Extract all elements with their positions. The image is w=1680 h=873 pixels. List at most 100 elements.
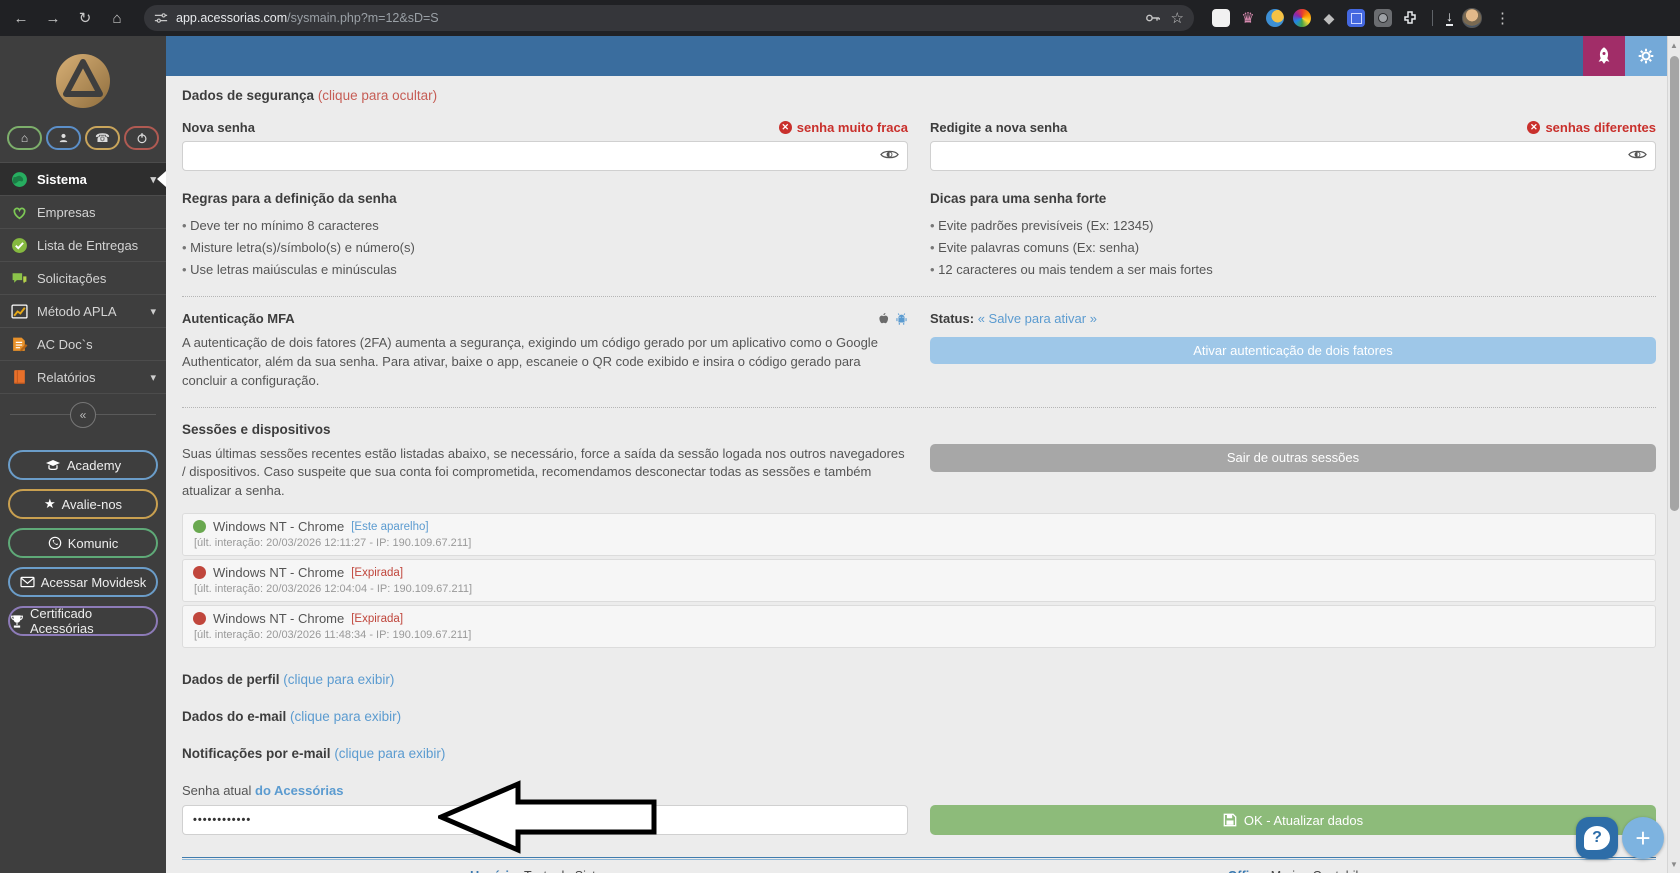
sidebar-item-label: Método APLA (37, 304, 117, 319)
sidebar-item-sistema[interactable]: Sistema ▾ (0, 163, 166, 196)
retype-password-input[interactable] (930, 141, 1656, 171)
eye-icon[interactable] (1628, 148, 1647, 161)
help-button[interactable]: ? (1576, 817, 1618, 859)
session-status: [Este aparelho] (351, 521, 428, 533)
user-value: Teste de Sistema (524, 869, 620, 873)
back-icon[interactable]: ← (8, 5, 34, 31)
home-icon[interactable]: ⌂ (104, 5, 130, 31)
session-row[interactable]: Windows NT - Chrome [Expirada] [últ. int… (182, 559, 1656, 602)
camera-extension-icon[interactable] (1374, 9, 1392, 27)
browser-toolbar: ← → ↻ ⌂ app.acessorias.com/sysmain.php?m… (0, 0, 1680, 36)
footer-office: Office: Marina Contabil (930, 869, 1656, 873)
sidebar-item-label: AC Doc`s (37, 337, 93, 352)
password-tips-block: Dicas para uma senha forte Evite padrões… (930, 191, 1656, 280)
security-section-title: Dados de segurança (182, 88, 314, 103)
moon-extension-icon[interactable] (1266, 9, 1284, 27)
sessions-description: Suas últimas sessões recentes estão list… (182, 445, 908, 502)
rule-item: Misture letra(s)/símbolo(s) e número(s) (182, 236, 908, 258)
sidebar-item-lista-de-entregas[interactable]: Lista de Entregas (0, 229, 166, 262)
profile-section-link[interactable]: (clique para exibir) (283, 672, 394, 687)
screen: ← → ↻ ⌂ app.acessorias.com/sysmain.php?m… (0, 0, 1680, 873)
bookmark-star-icon[interactable]: ☆ (1171, 9, 1184, 27)
sidebar-collapse-button[interactable]: « (70, 402, 96, 428)
extensions-row: ♛ ◆ ↓ ⋮ (1212, 8, 1514, 28)
scrollbar-thumb[interactable] (1670, 56, 1679, 511)
site-settings-icon[interactable] (154, 11, 168, 25)
scroll-down-icon[interactable]: ▼ (1668, 857, 1680, 871)
plus-icon: + (1635, 823, 1650, 854)
page-scrollbar[interactable]: ▲ ▼ (1667, 36, 1680, 873)
add-button[interactable]: + (1622, 817, 1664, 859)
book-icon (10, 369, 28, 386)
mfa-title: Autenticação MFA (182, 311, 295, 326)
session-detail: [últ. interação: 20/03/2026 11:48:34 - I… (193, 629, 1645, 641)
error-x-icon: ✕ (1527, 121, 1540, 134)
diamond-extension-icon[interactable]: ◆ (1320, 9, 1338, 27)
session-detail: [últ. interação: 20/03/2026 12:04:04 - I… (193, 583, 1645, 595)
security-panel: Dados de segurança (clique para ocultar)… (166, 76, 1680, 873)
session-device: Windows NT - Chrome (213, 611, 344, 626)
sidebar-item-solicitacoes[interactable]: Solicitações (0, 262, 166, 295)
graduation-cap-icon (45, 459, 61, 472)
url-path: /sysmain.php?m=12&sD=S (287, 11, 438, 25)
logout-other-sessions-button[interactable]: Sair de outras sessões (930, 444, 1656, 472)
mfa-block: Autenticação MFA A autenticação de dois (182, 311, 908, 391)
scroll-up-icon[interactable]: ▲ (1668, 38, 1680, 52)
notes-extension-icon[interactable] (1212, 9, 1230, 27)
sidebar-item-relatorios[interactable]: Relatórios ▾ (0, 361, 166, 394)
password-strength-badge: ✕ senha muito fraca (779, 120, 908, 135)
certificado-acessorias-button[interactable]: Certificado Acessórias (8, 606, 158, 636)
retype-password-block: Redigite a nova senha ✕ senhas diferente… (930, 119, 1656, 171)
chevron-down-icon: ▾ (150, 305, 156, 318)
forward-icon[interactable]: → (40, 5, 66, 31)
avalie-nos-button[interactable]: ★ Avalie-nos (8, 489, 158, 519)
dotted-divider (182, 296, 1656, 297)
password-match-text: senhas diferentes (1545, 120, 1656, 135)
mfa-description: A autenticação de dois fatores (2FA) aum… (182, 334, 908, 391)
password-key-icon[interactable] (1145, 12, 1161, 24)
power-quick-button[interactable] (124, 126, 159, 150)
save-disk-icon (1223, 813, 1237, 827)
sidebar-item-ac-docs[interactable]: AC Doc`s (0, 328, 166, 361)
notifications-section-link[interactable]: (clique para exibir) (334, 746, 445, 761)
profile-avatar[interactable] (1462, 8, 1482, 28)
security-toggle-link[interactable]: (clique para ocultar) (318, 88, 437, 103)
colorwheel-extension-icon[interactable] (1293, 9, 1311, 27)
browser-menu-icon[interactable]: ⋮ (1491, 9, 1514, 27)
email-section-link[interactable]: (clique para exibir) (290, 709, 401, 724)
user-label: Usuário: (470, 869, 521, 873)
academy-button[interactable]: Academy (8, 450, 158, 480)
sessions-title: Sessões e dispositivos (182, 422, 908, 437)
current-password-link[interactable]: do Acessórias (255, 783, 343, 798)
footer-user: Usuário: Teste de Sistema (182, 869, 908, 873)
office-value: Marina Contabil (1271, 869, 1359, 873)
sidebar-item-empresas[interactable]: Empresas (0, 196, 166, 229)
new-password-input[interactable] (182, 141, 908, 171)
activate-mfa-button[interactable]: Ativar autenticação de dois fatores (930, 337, 1656, 364)
session-status-dot (193, 612, 206, 625)
user-quick-button[interactable] (46, 126, 81, 150)
current-password-input[interactable] (182, 805, 908, 835)
ok-update-button[interactable]: OK - Atualizar dados (930, 805, 1656, 835)
sidebar-item-label: Relatórios (37, 370, 96, 385)
mfa-status-link[interactable]: « Salve para ativar » (978, 311, 1097, 326)
home-quick-button[interactable]: ⌂ (7, 126, 42, 150)
crown-extension-icon[interactable]: ♛ (1239, 9, 1257, 27)
sidebar-item-metodo-apla[interactable]: Método APLA ▾ (0, 295, 166, 328)
error-x-icon: ✕ (779, 121, 792, 134)
downloads-icon[interactable]: ↓ (1446, 10, 1453, 26)
rocket-button[interactable] (1583, 36, 1625, 76)
acessar-movidesk-button[interactable]: Acessar Movidesk (8, 567, 158, 597)
phone-quick-button[interactable]: ☎ (85, 126, 120, 150)
session-row[interactable]: Windows NT - Chrome [Este aparelho] [últ… (182, 513, 1656, 556)
tips-title: Dicas para uma senha forte (930, 191, 1656, 206)
komunic-button[interactable]: Komunic (8, 528, 158, 558)
blue-extension-icon[interactable] (1347, 9, 1365, 27)
address-bar[interactable]: app.acessorias.com/sysmain.php?m=12&sD=S… (144, 5, 1194, 31)
gear-icon[interactable] (1625, 36, 1667, 76)
extensions-puzzle-icon[interactable] (1401, 9, 1419, 27)
url-host: app.acessorias.com (176, 11, 287, 25)
reload-icon[interactable]: ↻ (72, 5, 98, 31)
eye-icon[interactable] (880, 148, 899, 161)
session-row[interactable]: Windows NT - Chrome [Expirada] [últ. int… (182, 605, 1656, 648)
